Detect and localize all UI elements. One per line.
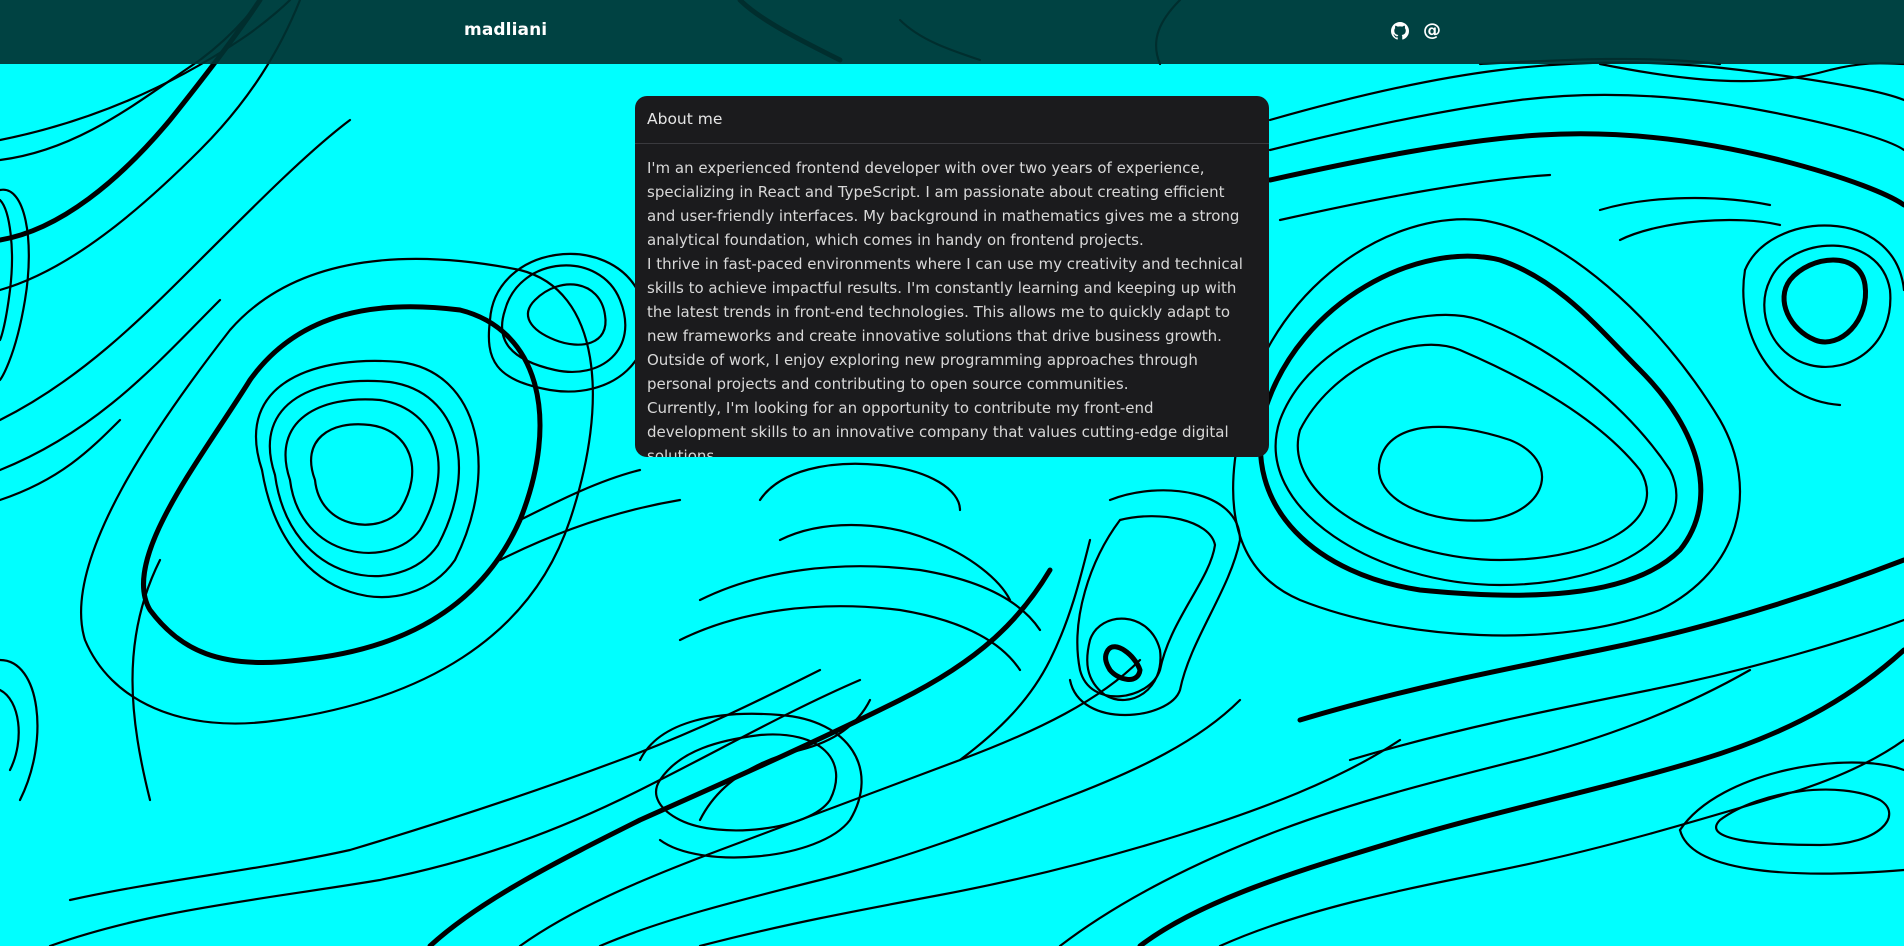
- about-paragraph: Outside of work, I enjoy exploring new p…: [647, 351, 1198, 393]
- about-paragraph: I'm an experienced frontend developer wi…: [647, 159, 1240, 249]
- about-card: About me I'm an experienced frontend dev…: [635, 96, 1269, 457]
- brand-logo-link[interactable]: madliani: [464, 20, 547, 40]
- about-paragraph: I thrive in fast-paced environments wher…: [647, 255, 1243, 345]
- about-card-title: About me: [635, 96, 1269, 144]
- about-paragraph: Currently, I'm looking for an opportunit…: [647, 399, 1229, 457]
- email-at-glyph: @: [1423, 20, 1441, 41]
- at-icon[interactable]: @: [1422, 21, 1442, 41]
- github-icon-svg: [1391, 22, 1409, 40]
- social-links: @: [1390, 21, 1442, 41]
- top-navbar: madliani @: [0, 0, 1904, 64]
- github-icon[interactable]: [1390, 21, 1410, 41]
- about-card-body: I'm an experienced frontend developer wi…: [635, 144, 1269, 457]
